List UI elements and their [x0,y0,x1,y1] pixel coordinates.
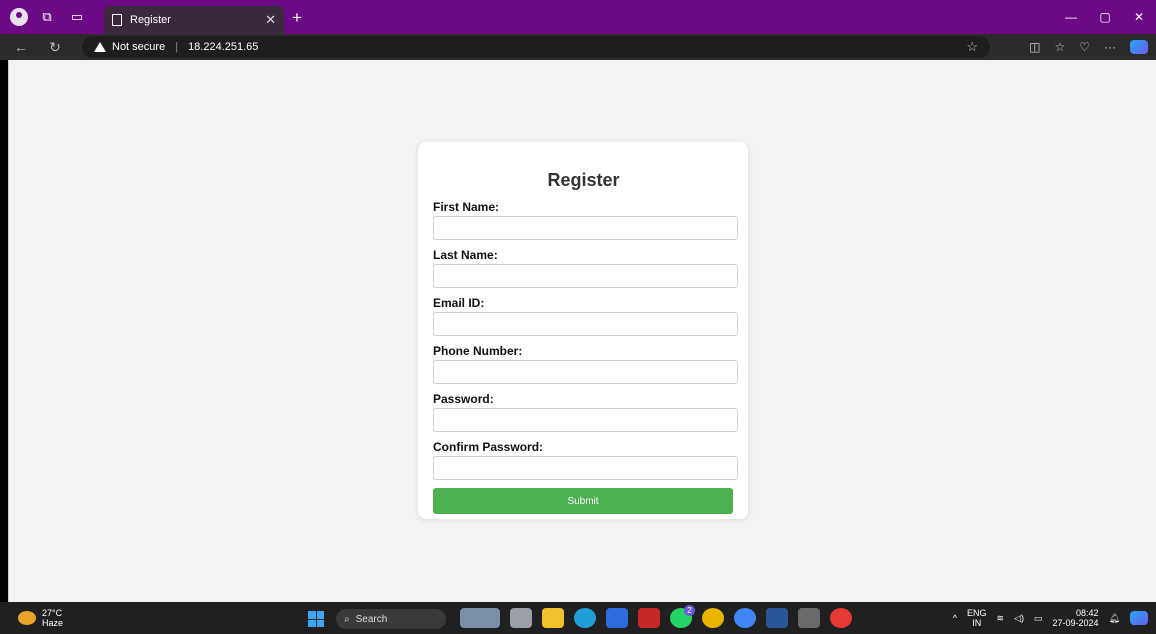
mcafee-icon[interactable] [638,608,660,628]
copilot-taskbar-icon[interactable] [1130,611,1148,625]
phone-label: Phone Number: [433,344,523,358]
email-label: Email ID: [433,296,485,310]
copilot-icon[interactable] [1130,40,1148,54]
last-name-label: Last Name: [433,248,498,262]
address-bar[interactable]: Not secure | 18.224.251.65 ☆ [82,36,990,58]
url-text[interactable]: 18.224.251.65 [188,41,258,53]
refresh-icon[interactable]: ↻ [42,34,68,60]
whatsapp-badge: 2 [684,605,695,616]
first-name-label: First Name: [433,200,500,214]
browser-essentials-icon[interactable]: ♡ [1079,40,1090,54]
haze-weather-icon [18,611,36,625]
screen: ⧉ ▭ Register ✕ + — ▢ ✕ ← ↻ Not secure | … [0,0,1156,634]
widgets-icon[interactable] [460,608,500,628]
notification-bell-icon[interactable]: 🔔︎ [1109,613,1120,624]
taskbar-apps: 2 [460,605,852,628]
weather-desc: Haze [42,618,64,628]
close-tab-icon[interactable]: ✕ [265,12,276,28]
favorites-icon[interactable]: ☆ [1054,40,1065,54]
edge-icon[interactable] [574,608,596,628]
clock[interactable]: 08:42 27-09-2024 [1053,608,1099,628]
weather-temp: 27°C [42,608,63,618]
first-name-input[interactable] [433,216,738,240]
task-view-icon[interactable] [510,608,532,628]
volume-icon[interactable]: ◁) [1014,613,1024,624]
store-icon[interactable] [606,608,628,628]
back-icon[interactable]: ← [8,34,34,60]
minimize-icon[interactable]: — [1054,0,1088,34]
word-icon[interactable] [766,608,788,628]
start-windows-icon[interactable] [308,611,324,627]
whatsapp-icon[interactable]: 2 [670,605,695,628]
confirm-password-input[interactable] [433,456,738,480]
last-name-input[interactable] [433,264,738,288]
browser-navbar: ← ↻ Not secure | 18.224.251.65 ☆ ◫ ☆ ♡ ·… [0,34,1156,60]
virtualbox-icon[interactable] [798,608,820,628]
restore-icon[interactable]: ▢ [1088,0,1122,34]
battery-icon[interactable]: ▭ [1034,613,1043,624]
register-form: Register First Name: Last Name: Email ID… [418,142,748,519]
password-input[interactable] [433,408,738,432]
clock-time: 08:42 [1076,608,1099,618]
new-tab-icon[interactable]: + [292,8,302,28]
tab-title: Register [130,14,171,26]
lang-bottom: IN [972,618,982,628]
search-icon: ⌕ [344,613,350,625]
workspaces-icon[interactable]: ⧉ [36,6,58,28]
page-icon [112,14,122,26]
profile-icon[interactable] [10,8,28,26]
app-icon[interactable] [830,608,852,628]
weather-widget[interactable]: 27°C Haze [18,608,63,628]
chevron-up-icon[interactable]: ^ [953,613,957,623]
phone-input[interactable] [433,360,738,384]
wifi-icon[interactable]: ≋ [997,613,1005,624]
browser-titlebar: ⧉ ▭ Register ✕ + — ▢ ✕ [0,0,1156,34]
taskbar-search[interactable]: ⌕ Search [336,609,446,629]
split-screen-icon[interactable]: ◫ [1029,40,1040,54]
chrome-profile-icon[interactable] [734,608,756,628]
chrome-icon[interactable] [702,608,724,628]
warning-icon[interactable] [94,42,106,52]
favorite-star-icon[interactable]: ☆ [966,39,978,55]
clock-date: 27-09-2024 [1052,618,1099,628]
confirm-password-label: Confirm Password: [433,440,544,454]
email-input[interactable] [433,312,738,336]
toolbar-right: ◫ ☆ ♡ ··· [1029,34,1148,60]
tab-register[interactable]: Register ✕ [104,6,284,34]
taskbar: 27°C Haze ⌕ Search 2 ^ ENG IN ≋ ◁) ▭ 08:… [0,602,1156,634]
lang-top: ENG [967,608,987,618]
close-window-icon[interactable]: ✕ [1122,0,1156,34]
language-indicator[interactable]: ENG IN [967,608,987,628]
window-controls: — ▢ ✕ [1054,0,1156,34]
form-title: Register [547,170,620,190]
search-label: Search [355,613,388,625]
submit-button[interactable]: Submit [433,488,733,514]
system-tray: ^ ENG IN ≋ ◁) ▭ 08:42 27-09-2024 🔔︎ [953,602,1148,634]
tab-actions-icon[interactable]: ▭ [66,6,88,28]
more-menu-icon[interactable]: ··· [1104,40,1116,54]
divider: | [175,41,179,53]
file-explorer-icon[interactable] [542,608,564,628]
page-viewport: Register First Name: Last Name: Email ID… [8,60,1156,602]
security-label[interactable]: Not secure [112,41,165,53]
password-label: Password: [433,392,494,406]
